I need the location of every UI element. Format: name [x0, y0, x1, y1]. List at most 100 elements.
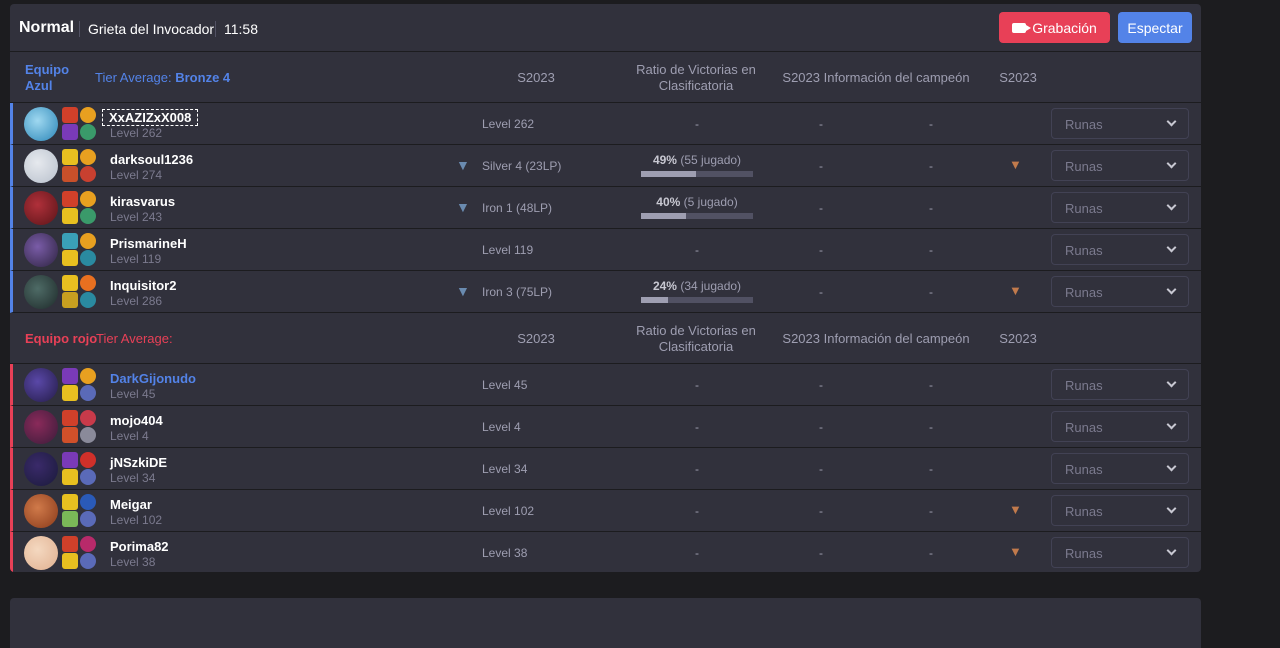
runes-dropdown[interactable]: Runas: [1051, 108, 1189, 139]
winrate-empty: -: [695, 378, 699, 392]
summoner-spell-icon[interactable]: [62, 536, 78, 552]
rune-icon[interactable]: [80, 469, 96, 485]
rune-icon[interactable]: [62, 250, 78, 266]
rune-icon[interactable]: [80, 292, 96, 308]
runes-dropdown[interactable]: Runas: [1051, 276, 1189, 307]
summoner-spell-icon[interactable]: [62, 494, 78, 510]
champion-portrait[interactable]: [24, 149, 58, 183]
summoner-name[interactable]: jNSzkiDE: [110, 455, 167, 470]
season-emblem-icon: ▼: [1009, 502, 1022, 517]
summoner-spell-icon[interactable]: [80, 233, 96, 249]
summoner-spell-icon[interactable]: [62, 191, 78, 207]
summoner-spell-icon[interactable]: [62, 452, 78, 468]
rank-text: Level 262: [482, 117, 535, 131]
summoner-spell-icon[interactable]: [80, 536, 96, 552]
video-camera-icon: [1012, 22, 1032, 33]
runes-dropdown[interactable]: Runas: [1051, 192, 1189, 223]
winrate-bar: [641, 171, 753, 177]
runes-dropdown[interactable]: Runas: [1051, 453, 1189, 484]
rune-icon[interactable]: [80, 385, 96, 401]
summoner-spell-icon[interactable]: [80, 149, 96, 165]
champion-portrait[interactable]: [24, 107, 58, 141]
summoner-spell-icon[interactable]: [62, 149, 78, 165]
chevron-down-icon: [1166, 545, 1177, 556]
champion-info-value: -: [819, 117, 823, 131]
red-team-name: Equipo rojo: [25, 331, 98, 346]
chevron-down-icon: [1166, 419, 1177, 430]
rune-icon[interactable]: [62, 553, 78, 569]
summoner-name[interactable]: XxAZIZxX008: [101, 109, 199, 126]
champion-portrait[interactable]: [24, 494, 58, 528]
spectate-button[interactable]: Espectar: [1118, 12, 1192, 43]
summoner-spell-icon[interactable]: [62, 233, 78, 249]
runes-dropdown[interactable]: Runas: [1051, 369, 1189, 400]
rune-icon[interactable]: [80, 166, 96, 182]
champion-portrait[interactable]: [24, 191, 58, 225]
runes-dropdown[interactable]: Runas: [1051, 150, 1189, 181]
rune-icon[interactable]: [80, 427, 96, 443]
summoner-spell-icon[interactable]: [62, 275, 78, 291]
summoner-name[interactable]: darksoul1236: [110, 152, 193, 167]
chevron-down-icon: [1166, 503, 1177, 514]
summoner-name[interactable]: DarkGijonudo: [110, 371, 196, 386]
game-mode: Normal: [19, 19, 75, 36]
chevron-down-icon: [1166, 158, 1177, 169]
summoner-spell-icon[interactable]: [80, 410, 96, 426]
divider: [215, 21, 216, 37]
summoner-level: Level 262: [110, 126, 163, 140]
chevron-down-icon: [1166, 377, 1177, 388]
rune-icon[interactable]: [62, 469, 78, 485]
summoner-spell-icon[interactable]: [62, 368, 78, 384]
rune-icon[interactable]: [80, 511, 96, 527]
rune-icon[interactable]: [80, 250, 96, 266]
rune-icon[interactable]: [62, 427, 78, 443]
champion-portrait[interactable]: [24, 410, 58, 444]
rune-icon[interactable]: [62, 385, 78, 401]
summoner-spell-icon[interactable]: [62, 410, 78, 426]
summoner-spell-icon[interactable]: [80, 494, 96, 510]
rune-icon[interactable]: [80, 208, 96, 224]
summoner-spell-icon[interactable]: [80, 452, 96, 468]
rune-icon[interactable]: [80, 124, 96, 140]
champion-portrait[interactable]: [24, 275, 58, 309]
runes-dropdown[interactable]: Runas: [1051, 234, 1189, 265]
summoner-spell-icon[interactable]: [80, 107, 96, 123]
champion-portrait[interactable]: [24, 452, 58, 486]
runes-dropdown[interactable]: Runas: [1051, 495, 1189, 526]
rank-text: Iron 1 (48LP): [482, 201, 553, 215]
summoner-spell-icon[interactable]: [80, 191, 96, 207]
rank-text: Level 102: [482, 504, 535, 518]
summoner-name[interactable]: PrismarineH: [110, 236, 187, 251]
rune-icon[interactable]: [62, 292, 78, 308]
champion-info-value-2: -: [929, 285, 933, 299]
player-row: kirasvarus Level 243 ▼ Iron 1 (48LP) 40% (5 …: [10, 187, 1201, 229]
record-button[interactable]: Grabación: [999, 12, 1110, 43]
summoner-name[interactable]: mojo404: [110, 413, 163, 428]
rune-icon[interactable]: [62, 511, 78, 527]
champion-portrait[interactable]: [24, 368, 58, 402]
champion-portrait[interactable]: [24, 233, 58, 267]
summoner-name[interactable]: kirasvarus: [110, 194, 175, 209]
summoner-level: Level 45: [110, 387, 156, 401]
summoner-name[interactable]: Porima82: [110, 539, 169, 554]
rune-icon[interactable]: [80, 553, 96, 569]
player-row: PrismarineH Level 119 Level 119- - - Runas: [10, 229, 1201, 271]
map-name: Grieta del Invocador: [88, 21, 215, 37]
champion-portrait[interactable]: [24, 536, 58, 570]
summoner-spell-icon[interactable]: [80, 275, 96, 291]
rune-icon[interactable]: [62, 208, 78, 224]
rune-icon[interactable]: [62, 124, 78, 140]
summoner-spell-icon[interactable]: [62, 107, 78, 123]
player-row: Meigar Level 102 Level 102- - - ▼ Runas: [10, 490, 1201, 532]
summoner-name[interactable]: Meigar: [110, 497, 152, 512]
player-row: darksoul1236 Level 274 ▼ Silver 4 (23LP) 49%…: [10, 145, 1201, 187]
runes-dropdown[interactable]: Runas: [1051, 411, 1189, 442]
summoner-name[interactable]: Inquisitor2: [110, 278, 176, 293]
champion-info-value-2: -: [929, 462, 933, 476]
summoner-spell-icon[interactable]: [80, 368, 96, 384]
rune-icon[interactable]: [62, 166, 78, 182]
champion-info-value: -: [819, 159, 823, 173]
runes-dropdown[interactable]: Runas: [1051, 537, 1189, 568]
rank-text: Level 38: [482, 546, 528, 560]
red-team-header: Equipo rojo Tier Average: S2023 Ratio de…: [10, 313, 1201, 364]
